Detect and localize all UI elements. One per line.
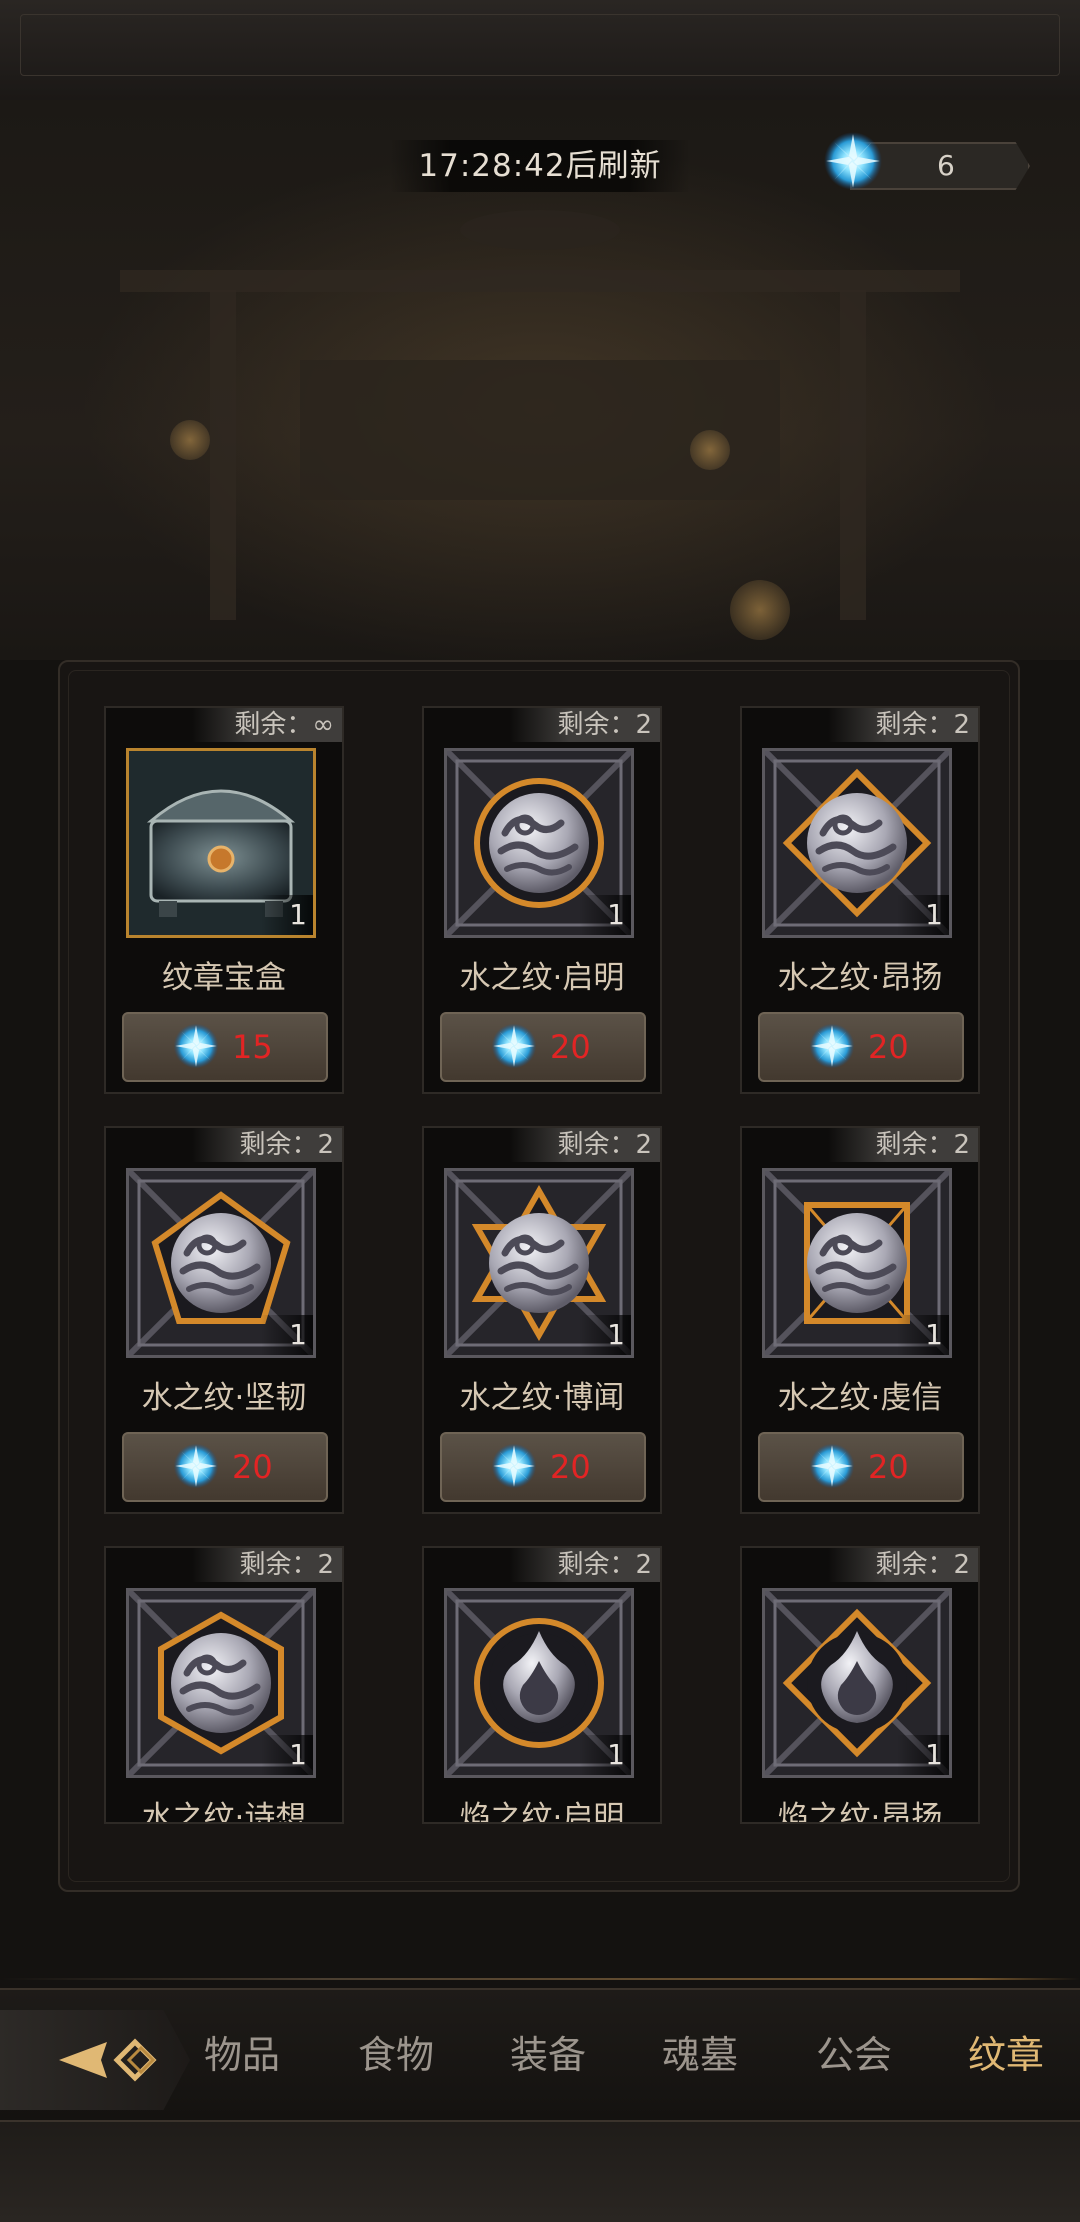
item-name: 水之纹·博闻	[459, 1380, 625, 1416]
remaining-count: 剩余：2	[828, 1548, 978, 1582]
shop-item-card[interactable]: 剩余：2 1 水之纹·启明 20	[422, 706, 662, 1094]
item-quantity: 1	[261, 1735, 313, 1775]
remaining-count: 剩余：∞	[192, 708, 342, 742]
remaining-count: 剩余：2	[192, 1128, 342, 1162]
item-name: 水之纹·诗想	[141, 1800, 307, 1824]
price: 20	[232, 1448, 273, 1486]
shop-item-card[interactable]: 剩余：2 1 水之纹·博闻 20	[422, 1126, 662, 1514]
arrow-left-icon	[59, 2038, 157, 2082]
remaining-count: 剩余：2	[510, 1548, 660, 1582]
shop-item-card[interactable]: 剩余：2 1 水之纹·昂扬 20	[740, 706, 980, 1094]
blue-crystal-icon	[491, 1443, 537, 1489]
item-quantity: 1	[897, 1735, 949, 1775]
blue-crystal-icon	[824, 132, 882, 190]
item-name: 焰之纹·昂扬	[777, 1800, 943, 1824]
item-icon-box: 1	[762, 1168, 952, 1358]
item-name: 纹章宝盒	[162, 960, 286, 996]
item-quantity: 1	[579, 895, 631, 935]
item-quantity: 1	[261, 895, 313, 935]
blue-crystal-icon	[491, 1023, 537, 1069]
remaining-count: 剩余：2	[510, 1128, 660, 1162]
shop-item-card[interactable]: 剩余：2 1 焰之纹·昂扬	[740, 1546, 980, 1824]
shop-item-card[interactable]: 剩余：2 1 焰之纹·启明	[422, 1546, 662, 1824]
blue-crystal-icon	[173, 1443, 219, 1489]
item-icon-box: 1	[444, 748, 634, 938]
blue-crystal-icon	[809, 1443, 855, 1489]
price: 20	[550, 1448, 591, 1486]
item-icon-box: 1	[762, 1588, 952, 1778]
item-quantity: 1	[579, 1315, 631, 1355]
buy-button[interactable]: 20	[122, 1432, 328, 1502]
remaining-count: 剩余：2	[510, 708, 660, 742]
shop-item-card[interactable]: 剩余：2 1 水之纹·诗想	[104, 1546, 344, 1824]
tab-emblem[interactable]: 纹章	[968, 2030, 1044, 2080]
shop-item-card[interactable]: 剩余：2 1 水之纹·坚韧 20	[104, 1126, 344, 1514]
remaining-count: 剩余：2	[192, 1548, 342, 1582]
item-name: 水之纹·启明	[459, 960, 625, 996]
item-icon-box: 1	[126, 1588, 316, 1778]
tab-guild[interactable]: 公会	[816, 2030, 892, 2080]
item-quantity: 1	[897, 895, 949, 935]
tab-equipment[interactable]: 装备	[510, 2030, 586, 2080]
price: 15	[232, 1028, 273, 1066]
buy-button[interactable]: 20	[758, 1012, 964, 1082]
shop-item-card[interactable]: 剩余：∞ 1 纹章宝盒 15	[104, 706, 344, 1094]
blue-crystal-icon	[809, 1023, 855, 1069]
tab-items[interactable]: 物品	[204, 2030, 280, 2080]
item-icon-box: 1	[444, 1168, 634, 1358]
item-quantity: 1	[579, 1735, 631, 1775]
item-icon-box: 1	[126, 748, 316, 938]
refresh-timer: 17:28:42后刷新	[390, 140, 690, 192]
price: 20	[868, 1448, 909, 1486]
currency-amount: 6	[937, 149, 955, 182]
buy-button[interactable]: 20	[758, 1432, 964, 1502]
item-name: 水之纹·虔信	[777, 1380, 943, 1416]
blue-crystal-icon	[173, 1023, 219, 1069]
tab-food[interactable]: 食物	[358, 2030, 434, 2080]
top-frame	[0, 0, 1080, 102]
bottom-frame	[0, 2120, 1080, 2222]
item-name: 水之纹·坚韧	[141, 1380, 307, 1416]
buy-button[interactable]: 15	[122, 1012, 328, 1082]
item-name: 焰之纹·启明	[459, 1800, 625, 1824]
remaining-count: 剩余：2	[828, 1128, 978, 1162]
item-quantity: 1	[897, 1315, 949, 1355]
item-icon-box: 1	[762, 748, 952, 938]
item-icon-box: 1	[126, 1168, 316, 1358]
shop-item-card[interactable]: 剩余：2 1 水之纹·虔信 20	[740, 1126, 980, 1514]
item-name: 水之纹·昂扬	[777, 960, 943, 996]
item-icon-box: 1	[444, 1588, 634, 1778]
tab-soul-tomb[interactable]: 魂墓	[662, 2030, 738, 2080]
buy-button[interactable]: 20	[440, 1432, 646, 1502]
item-quantity: 1	[261, 1315, 313, 1355]
buy-button[interactable]: 20	[440, 1012, 646, 1082]
price: 20	[550, 1028, 591, 1066]
price: 20	[868, 1028, 909, 1066]
back-button[interactable]	[0, 2010, 190, 2110]
remaining-count: 剩余：2	[828, 708, 978, 742]
